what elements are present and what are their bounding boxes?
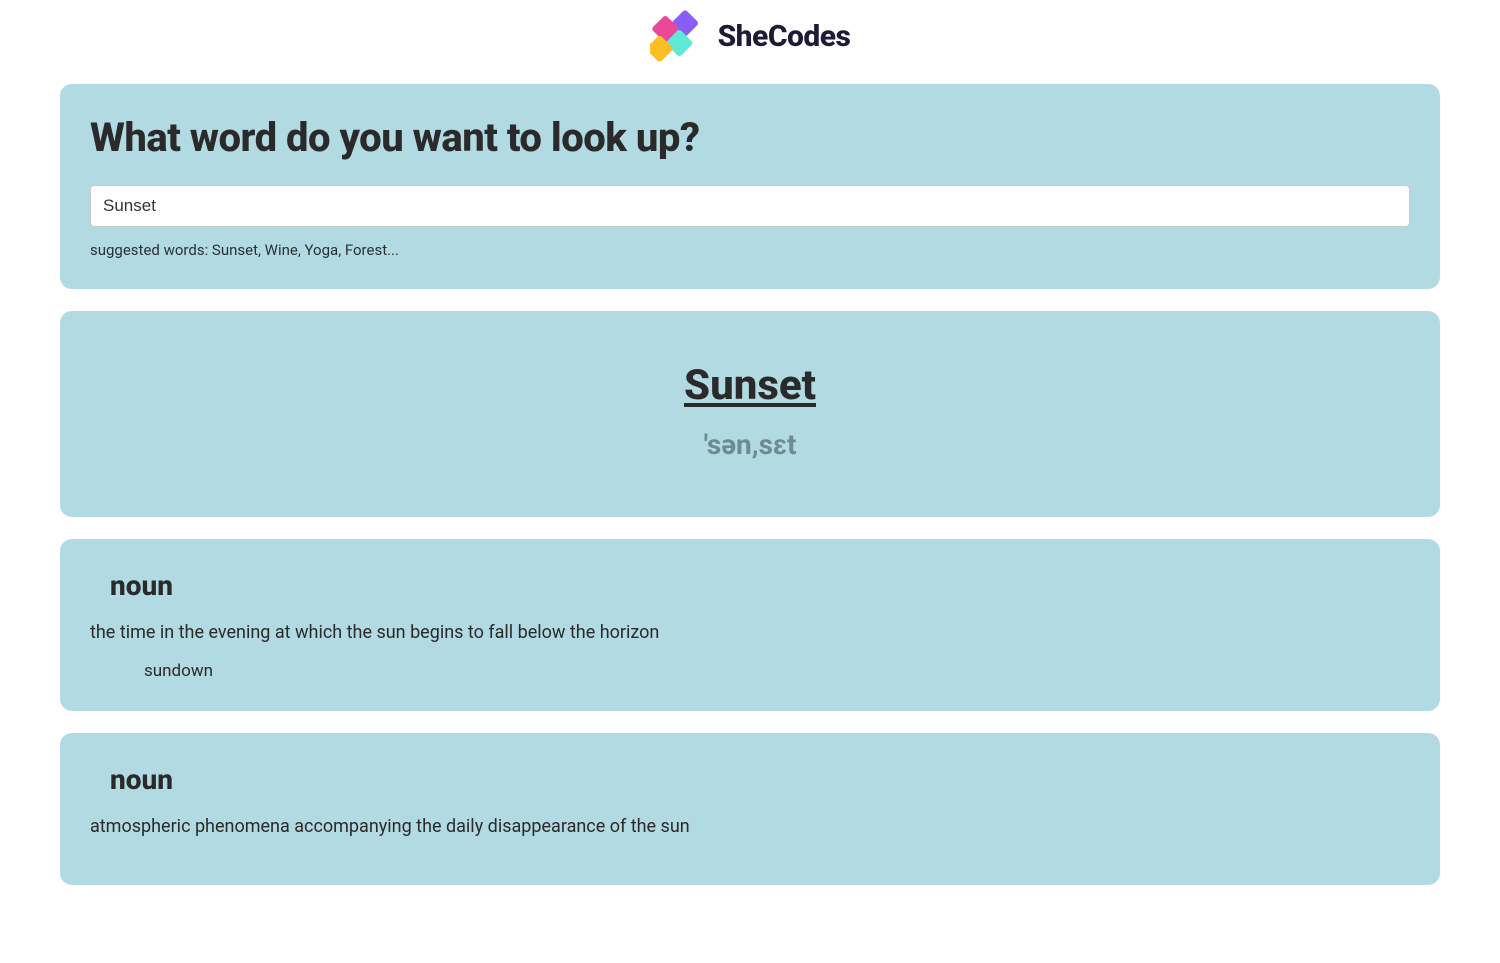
search-heading: What word do you want to look up? [90, 114, 1410, 161]
meaning-card-1: noun the time in the evening at which th… [60, 539, 1440, 711]
search-card: What word do you want to look up? sugges… [60, 84, 1440, 289]
part-of-speech: noun [110, 763, 1410, 796]
search-input[interactable] [90, 185, 1410, 227]
meaning-card-2: noun atmospheric phenomena accompanying … [60, 733, 1440, 885]
part-of-speech: noun [110, 569, 1410, 602]
logo-header: SheCodes [60, 0, 1440, 84]
shecodes-logo-icon [650, 8, 706, 64]
phonetic-text: 'sən,sɛt [90, 428, 1410, 461]
definition-text: atmospheric phenomena accompanying the d… [90, 816, 1410, 837]
word-card: Sunset 'sən,sɛt [60, 311, 1440, 517]
word-title: Sunset [90, 361, 1410, 410]
definition-text: the time in the evening at which the sun… [90, 622, 1410, 643]
synonym-text: sundown [144, 661, 1410, 681]
search-hint: suggested words: Sunset, Wine, Yoga, For… [90, 241, 1410, 259]
brand-name: SheCodes [718, 19, 851, 54]
